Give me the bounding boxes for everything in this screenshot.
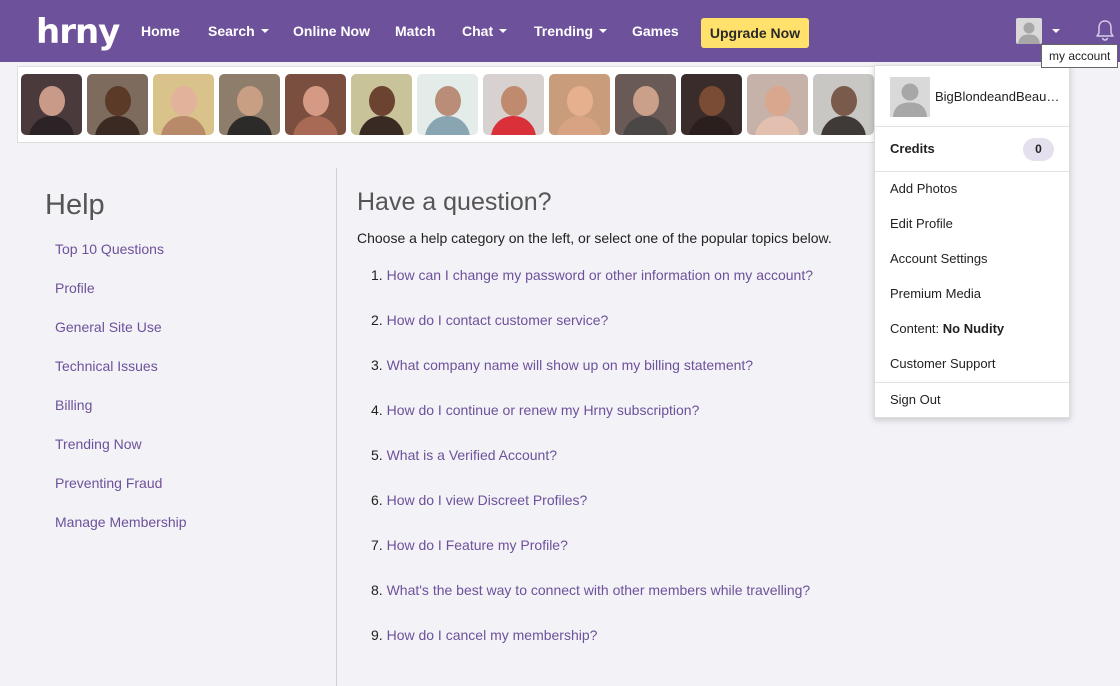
menu-item-sign-out[interactable]: Sign Out <box>890 392 941 408</box>
sidebar-item-top-10-questions[interactable]: Top 10 Questions <box>55 240 164 258</box>
member-photo[interactable] <box>483 74 544 135</box>
question-number: 9. <box>371 627 383 643</box>
nav-home[interactable]: Home <box>141 0 180 62</box>
dropdown-divider <box>875 382 1069 383</box>
member-photo[interactable] <box>153 74 214 135</box>
question-link[interactable]: What's the best way to connect with othe… <box>387 582 811 598</box>
account-tooltip: my account <box>1041 44 1119 68</box>
question-number: 3. <box>371 357 383 373</box>
nav-trending[interactable]: Trending <box>534 0 608 62</box>
member-photo[interactable] <box>21 74 82 135</box>
page-title: Have a question? <box>357 188 552 216</box>
nav-chat[interactable]: Chat <box>462 0 508 62</box>
question-item: 1. How can I change my password or other… <box>371 266 813 284</box>
question-item: 4. How do I continue or renew my Hrny su… <box>371 401 699 419</box>
sidebar-item-trending-now[interactable]: Trending Now <box>55 435 142 453</box>
account-dropdown: BigBlondeandBeautiful Credits 0 Add Phot… <box>874 65 1070 418</box>
chevron-down-icon <box>1052 29 1060 33</box>
menu-item-content-filter[interactable]: Content: No Nudity <box>890 321 1004 337</box>
menu-item-premium-media[interactable]: Premium Media <box>890 286 981 302</box>
question-number: 5. <box>371 447 383 463</box>
member-photo[interactable] <box>615 74 676 135</box>
nav-games[interactable]: Games <box>632 0 679 62</box>
dropdown-credits-row[interactable]: Credits 0 <box>875 127 1069 172</box>
member-photo[interactable] <box>549 74 610 135</box>
dropdown-username: BigBlondeandBeautiful <box>935 89 1060 104</box>
chevron-down-icon <box>260 29 269 34</box>
question-link[interactable]: How do I contact customer service? <box>387 312 609 328</box>
avatar <box>890 77 930 117</box>
question-number: 7. <box>371 537 383 553</box>
question-item: 9. How do I cancel my membership? <box>371 626 597 644</box>
question-item: 8. What's the best way to connect with o… <box>371 581 810 599</box>
question-number: 2. <box>371 312 383 328</box>
menu-item-account-settings[interactable]: Account Settings <box>890 251 988 267</box>
menu-item-add-photos[interactable]: Add Photos <box>890 181 957 197</box>
member-photo[interactable] <box>351 74 412 135</box>
question-link[interactable]: What company name will show up on my bil… <box>387 357 754 373</box>
question-link[interactable]: How do I view Discreet Profiles? <box>387 492 588 508</box>
dropdown-user-row[interactable]: BigBlondeandBeautiful <box>875 66 1069 127</box>
member-photo[interactable] <box>747 74 808 135</box>
sidebar-item-profile[interactable]: Profile <box>55 279 95 297</box>
menu-item-customer-support[interactable]: Customer Support <box>890 356 996 372</box>
question-link[interactable]: What is a Verified Account? <box>387 447 557 463</box>
member-photo[interactable] <box>417 74 478 135</box>
question-number: 6. <box>371 492 383 508</box>
question-link[interactable]: How do I cancel my membership? <box>387 627 598 643</box>
question-number: 4. <box>371 402 383 418</box>
sidebar-item-manage-membership[interactable]: Manage Membership <box>55 513 187 531</box>
credits-badge: 0 <box>1023 138 1054 161</box>
logo[interactable]: hrny <box>36 12 120 52</box>
page-subtitle: Choose a help category on the left, or s… <box>357 230 832 246</box>
sidebar-item-billing[interactable]: Billing <box>55 396 92 414</box>
sidebar-item-preventing-fraud[interactable]: Preventing Fraud <box>55 474 162 492</box>
question-number: 8. <box>371 582 383 598</box>
help-title: Help <box>45 189 105 221</box>
sidebar-item-general-site-use[interactable]: General Site Use <box>55 318 162 336</box>
nav-match[interactable]: Match <box>395 0 435 62</box>
content-value: No Nudity <box>942 321 1005 336</box>
question-item: 5. What is a Verified Account? <box>371 446 557 464</box>
avatar <box>1016 18 1042 44</box>
member-photo[interactable] <box>285 74 346 135</box>
chevron-down-icon <box>499 29 508 34</box>
user-silhouette-icon <box>893 83 927 117</box>
chevron-down-icon <box>599 29 608 34</box>
question-number: 1. <box>371 267 383 283</box>
member-photo[interactable] <box>681 74 742 135</box>
nav-search[interactable]: Search <box>208 0 269 62</box>
question-item: 3. What company name will show up on my … <box>371 356 753 374</box>
member-photo[interactable] <box>87 74 148 135</box>
question-link[interactable]: How can I change my password or other in… <box>387 267 813 283</box>
question-item: 7. How do I Feature my Profile? <box>371 536 568 554</box>
question-item: 6. How do I view Discreet Profiles? <box>371 491 587 509</box>
menu-item-edit-profile[interactable]: Edit Profile <box>890 216 953 232</box>
question-item: 2. How do I contact customer service? <box>371 311 608 329</box>
account-menu-button[interactable] <box>1016 18 1060 44</box>
member-photo[interactable] <box>219 74 280 135</box>
credits-label: Credits <box>890 141 935 156</box>
column-divider <box>336 168 337 686</box>
content-label: Content: <box>890 321 940 336</box>
member-photo[interactable] <box>813 74 874 135</box>
user-silhouette-icon <box>1018 22 1040 44</box>
question-link[interactable]: How do I Feature my Profile? <box>387 537 568 553</box>
bell-icon[interactable] <box>1094 18 1116 42</box>
sidebar-item-technical-issues[interactable]: Technical Issues <box>55 357 158 375</box>
top-nav: hrny Home Search Online Now Match Chat T… <box>0 0 1120 62</box>
nav-online-now[interactable]: Online Now <box>293 0 370 62</box>
upgrade-now-button[interactable]: Upgrade Now <box>701 18 809 48</box>
question-link[interactable]: How do I continue or renew my Hrny subsc… <box>387 402 700 418</box>
